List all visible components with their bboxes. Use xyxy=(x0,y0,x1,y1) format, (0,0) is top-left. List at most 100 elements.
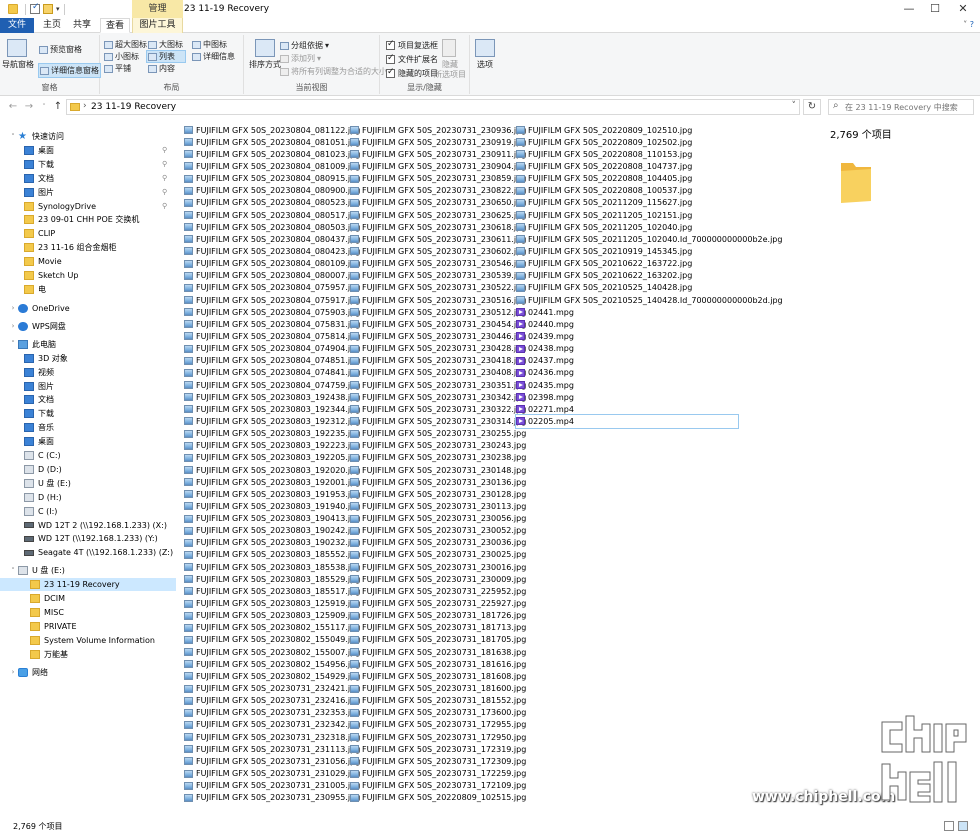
tab-share[interactable]: 共享 xyxy=(68,18,96,33)
file-item[interactable]: FUJIFILM GFX 50S_20230731_230025.jpg xyxy=(350,549,526,561)
nav-item-pc-6[interactable]: 桌面 xyxy=(0,435,176,448)
layout-content[interactable]: 内容 xyxy=(148,63,175,74)
file-item[interactable]: FUJIFILM GFX 50S_20220808_100537.jpg xyxy=(516,185,783,197)
nav-item-quick-8[interactable]: Movie xyxy=(0,255,176,268)
file-item[interactable]: FUJIFILM GFX 50S_20230802_155049.jpg xyxy=(184,634,360,646)
file-item[interactable]: FUJIFILM GFX 50S_20230803_185529.jpg xyxy=(184,573,360,585)
recent-locations-button[interactable]: ˅ xyxy=(37,100,51,114)
forward-button[interactable]: → xyxy=(22,100,36,114)
nav-item-pc-4[interactable]: 下载 xyxy=(0,407,176,420)
nav-item-quick-2[interactable]: 文档 ⚲ xyxy=(0,172,176,185)
file-item[interactable]: 02440.mpg xyxy=(516,318,783,330)
nav-item-pc-14[interactable]: Seagate 4T (\\192.168.1.233) (Z:) xyxy=(0,546,176,559)
chevron-down-icon[interactable]: ▾ xyxy=(56,5,60,13)
file-item[interactable]: FUJIFILM GFX 50S_20230731_172950.jpg xyxy=(350,731,526,743)
tab-picture-tools[interactable]: 图片工具 xyxy=(132,18,183,33)
file-item[interactable]: FUJIFILM GFX 50S_20230731_230539.jpg xyxy=(350,270,526,282)
file-item[interactable]: FUJIFILM GFX 50S_20230804_081051.jpg xyxy=(184,136,360,148)
file-item[interactable]: FUJIFILM GFX 50S_20230731_232318.jpg xyxy=(184,731,360,743)
nav-item-usb-2[interactable]: MISC xyxy=(0,606,176,619)
nav-item-quick-4[interactable]: SynologyDrive ⚲ xyxy=(0,200,176,213)
layout-details[interactable]: 详细信息 xyxy=(192,51,235,62)
nav-item-pc-11[interactable]: C (I:) xyxy=(0,505,176,518)
nav-wps[interactable]: › WPS网盘 xyxy=(0,320,176,333)
group-by-button[interactable]: 分组依据 ▾ xyxy=(280,40,329,51)
file-item[interactable]: FUJIFILM GFX 50S_20230731_230238.jpg xyxy=(350,452,526,464)
back-button[interactable]: ← xyxy=(6,100,20,114)
expand-chevron-icon[interactable]: › xyxy=(8,304,18,312)
nav-item-pc-10[interactable]: D (H:) xyxy=(0,491,176,504)
file-item[interactable]: FUJIFILM GFX 50S_20230731_231029.jpg xyxy=(184,767,360,779)
file-item[interactable]: FUJIFILM GFX 50S_20230731_231113.jpg xyxy=(184,743,360,755)
nav-item-quick-7[interactable]: 23 11-16 组合金烟柜 xyxy=(0,241,176,254)
file-item[interactable]: FUJIFILM GFX 50S_20230731_230602.jpg xyxy=(350,245,526,257)
file-item[interactable]: FUJIFILM GFX 50S_20230731_230128.jpg xyxy=(350,488,526,500)
file-item[interactable]: FUJIFILM GFX 50S_20230731_172109.jpg xyxy=(350,780,526,792)
expand-chevron-icon[interactable]: › xyxy=(8,322,18,330)
nav-onedrive[interactable]: › OneDrive xyxy=(0,302,176,315)
hide-selected-button[interactable]: 隐藏 所选项目 xyxy=(434,60,466,80)
file-item[interactable]: FUJIFILM GFX 50S_20230731_230611.jpg xyxy=(350,233,526,245)
file-item[interactable]: FUJIFILM GFX 50S_20210622_163722.jpg xyxy=(516,258,783,270)
file-item[interactable]: FUJIFILM GFX 50S_20230803_125909.jpg xyxy=(184,610,360,622)
layout-extra-large-icons[interactable]: 超大图标 xyxy=(104,39,147,50)
file-item[interactable]: FUJIFILM GFX 50S_20230804_075917.jpg xyxy=(184,294,360,306)
file-item[interactable]: FUJIFILM GFX 50S_20230803_192438.jpg xyxy=(184,391,360,403)
file-item[interactable]: FUJIFILM GFX 50S_20230731_230618.jpg xyxy=(350,221,526,233)
expand-chevron-icon[interactable]: ˅ xyxy=(8,340,18,348)
details-view-icon[interactable] xyxy=(944,821,954,831)
file-item[interactable]: FUJIFILM GFX 50S_20211205_102040.Id_7000… xyxy=(516,233,783,245)
file-item[interactable]: FUJIFILM GFX 50S_20230804_075814.jpg xyxy=(184,330,360,342)
file-item[interactable]: FUJIFILM GFX 50S_20230803_190413.jpg xyxy=(184,513,360,525)
file-item[interactable]: FUJIFILM GFX 50S_20230731_230446.jpg xyxy=(350,330,526,342)
tab-manage[interactable]: 管理 xyxy=(132,0,183,18)
chevron-down-icon[interactable]: ˅ xyxy=(792,101,797,111)
nav-item-usb-1[interactable]: DCIM xyxy=(0,592,176,605)
file-item[interactable]: FUJIFILM GFX 50S_20230804_080517.jpg xyxy=(184,209,360,221)
file-item[interactable]: FUJIFILM GFX 50S_20230804_080109.jpg xyxy=(184,258,360,270)
tab-file[interactable]: 文件 xyxy=(0,18,34,33)
file-item[interactable]: FUJIFILM GFX 50S_20230731_230056.jpg xyxy=(350,513,526,525)
file-item[interactable]: FUJIFILM GFX 50S_20230731_172259.jpg xyxy=(350,767,526,779)
file-item[interactable]: FUJIFILM GFX 50S_20230731_230255.jpg xyxy=(350,428,526,440)
hidden-items-toggle[interactable]: 隐藏的项目 xyxy=(386,67,438,79)
hide-selected-icon[interactable] xyxy=(442,39,456,57)
maximize-button[interactable]: ☐ xyxy=(922,0,948,18)
file-item[interactable]: FUJIFILM GFX 50S_20230731_232421.jpg xyxy=(184,682,360,694)
file-item[interactable]: FUJIFILM GFX 50S_20230731_173600.jpg xyxy=(350,707,526,719)
nav-item-pc-7[interactable]: C (C:) xyxy=(0,449,176,462)
file-item[interactable]: FUJIFILM GFX 50S_20230731_230859.jpg xyxy=(350,173,526,185)
file-item[interactable]: 02436.mpg xyxy=(516,367,783,379)
file-item[interactable]: FUJIFILM GFX 50S_20230731_232342.jpg xyxy=(184,719,360,731)
ribbon-controls[interactable]: ˅ ? xyxy=(963,20,974,29)
file-item[interactable]: 02437.mpg xyxy=(516,355,783,367)
file-item[interactable]: FUJIFILM GFX 50S_20220808_104737.jpg xyxy=(516,160,783,172)
file-item[interactable]: FUJIFILM GFX 50S_20230804_074759.jpg xyxy=(184,379,360,391)
file-item[interactable]: 02271.mp4 xyxy=(516,403,783,415)
file-item[interactable]: FUJIFILM GFX 50S_20230731_230322.jpg xyxy=(350,403,526,415)
file-item[interactable]: FUJIFILM GFX 50S_20230731_230148.jpg xyxy=(350,464,526,476)
nav-item-pc-2[interactable]: 图片 xyxy=(0,380,176,393)
file-item[interactable]: 02441.mpg xyxy=(516,306,783,318)
tab-home[interactable]: 主页 xyxy=(38,18,66,33)
up-button[interactable]: ↑ xyxy=(51,100,65,114)
file-item[interactable]: 02205.mp4 xyxy=(515,414,739,429)
navigation-pane-icon[interactable] xyxy=(7,39,27,57)
file-item[interactable]: FUJIFILM GFX 50S_20230731_230936.jpg xyxy=(350,124,526,136)
nav-item-pc-3[interactable]: 文档 xyxy=(0,393,176,406)
file-item[interactable]: FUJIFILM GFX 50S_20230731_230351.jpg xyxy=(350,379,526,391)
preview-pane-button[interactable]: 预览窗格 xyxy=(39,44,82,55)
nav-item-usb-3[interactable]: PRIVATE xyxy=(0,620,176,633)
options-icon[interactable] xyxy=(475,39,495,57)
file-item[interactable]: FUJIFILM GFX 50S_20230803_191953.jpg xyxy=(184,488,360,500)
file-item[interactable]: 02438.mpg xyxy=(516,343,783,355)
file-item[interactable]: FUJIFILM GFX 50S_20230803_192344.jpg xyxy=(184,403,360,415)
file-item[interactable]: FUJIFILM GFX 50S_20211205_102151.jpg xyxy=(516,209,783,221)
nav-item-usb-4[interactable]: System Volume Information xyxy=(0,634,176,647)
file-item[interactable]: FUJIFILM GFX 50S_20230731_231056.jpg xyxy=(184,755,360,767)
details-pane-button[interactable]: 详细信息窗格 xyxy=(38,63,101,78)
search-input[interactable] xyxy=(845,101,971,113)
file-item[interactable]: FUJIFILM GFX 50S_20230731_181616.jpg xyxy=(350,658,526,670)
file-item[interactable]: FUJIFILM GFX 50S_20230731_230052.jpg xyxy=(350,525,526,537)
nav-quick-access[interactable]: ˅ ★ 快速访问 xyxy=(0,130,176,143)
